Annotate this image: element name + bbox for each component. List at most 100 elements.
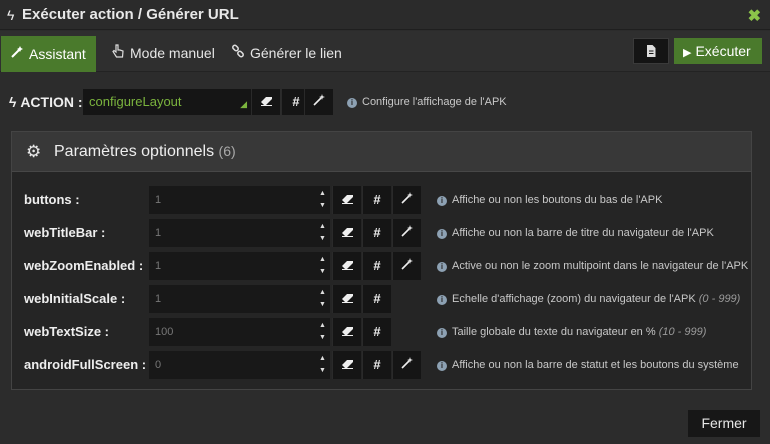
action-label-text: ACTION : (20, 94, 83, 110)
link-icon (230, 35, 246, 72)
eraser-icon (341, 192, 354, 207)
documentation-button[interactable] (633, 38, 669, 64)
hash-button[interactable]: # (362, 186, 391, 214)
eraser-button[interactable] (251, 89, 280, 115)
param-input[interactable]: 0 (149, 351, 315, 379)
spin-up-icon[interactable]: ▲ (315, 289, 330, 296)
eraser-button[interactable] (332, 285, 361, 313)
param-hint: i Active ou non le zoom multipoint dans l… (437, 260, 748, 272)
param-hint: i Echelle d'affichage (zoom) du navigateu… (437, 293, 740, 305)
spin-down-icon[interactable]: ▼ (315, 268, 330, 275)
hash-button[interactable]: # (362, 252, 391, 280)
param-row: buttons :1 ▲ ▼ # i Affiche ou non les boutons… (12, 186, 751, 214)
magic-wand-icon (9, 36, 25, 73)
spin-up-icon[interactable]: ▲ (315, 190, 330, 197)
param-row: webTitleBar :1 ▲ ▼ # i Affiche ou non la barr… (12, 219, 751, 247)
param-range: (0 - 999) (698, 293, 741, 305)
hand-pointer-icon (110, 35, 126, 72)
param-input[interactable]: 1 (149, 285, 315, 313)
spin-down-icon[interactable]: ▼ (315, 235, 330, 242)
number-spinner[interactable]: ▲ ▼ (315, 285, 330, 313)
info-icon: i (437, 262, 447, 272)
eraser-button[interactable] (332, 219, 361, 247)
wand-button[interactable] (392, 186, 421, 214)
param-hint-text: Echelle d'affichage (zoom) du navigateur… (452, 293, 696, 305)
param-input[interactable]: 1 (149, 186, 315, 214)
tab-assistant[interactable]: Assistant (1, 36, 96, 72)
wand-button[interactable] (392, 351, 421, 379)
spin-up-icon[interactable]: ▲ (315, 322, 330, 329)
param-label: webTitleBar : (24, 225, 106, 240)
spin-down-icon[interactable]: ▼ (315, 301, 330, 308)
param-input[interactable]: 1 (149, 219, 315, 247)
param-hint: i Affiche ou non les boutons du bas de l'… (437, 194, 662, 206)
tab-generer-lien[interactable]: Générer le lien (222, 35, 352, 72)
spin-up-icon[interactable]: ▲ (315, 256, 330, 263)
info-icon: i (437, 295, 447, 305)
title-bar: ϟ Exécuter action / Générer URL ✖ (0, 0, 770, 30)
action-label: ϟ ACTION : (9, 94, 83, 110)
cogs-icon: ⚙ (26, 142, 42, 161)
info-icon: i (437, 229, 447, 239)
magic-wand-icon (401, 192, 413, 207)
spin-down-icon[interactable]: ▼ (315, 334, 330, 341)
param-label: webZoomEnabled : (24, 258, 144, 273)
number-spinner[interactable]: ▲ ▼ (315, 252, 330, 280)
hash-button[interactable]: # (362, 219, 391, 247)
magic-wand-icon (401, 357, 413, 372)
close-icon[interactable]: ✖ (748, 6, 761, 26)
number-spinner[interactable]: ▲ ▼ (315, 351, 330, 379)
panel-title-text: Paramètres optionnels (54, 143, 215, 160)
param-row: webTextSize :100 ▲ ▼ # i Taille globale du te… (12, 318, 751, 346)
wand-button[interactable] (304, 89, 333, 115)
param-hint-text: Affiche ou non les boutons du bas de l'A… (452, 194, 663, 206)
wand-button[interactable] (392, 219, 421, 247)
hash-icon: # (373, 291, 381, 306)
hash-icon: # (373, 357, 381, 372)
magic-wand-icon (313, 94, 325, 109)
number-spinner[interactable]: ▲ ▼ (315, 219, 330, 247)
param-input[interactable]: 100 (149, 318, 315, 346)
caret-down-icon: ◢ (240, 99, 247, 109)
param-hint: i Taille globale du texte du navigateur e… (437, 326, 706, 338)
param-label: webInitialScale : (24, 291, 126, 306)
panel-title: Paramètres optionnels (6) (54, 143, 236, 161)
spin-down-icon[interactable]: ▼ (315, 202, 330, 209)
spin-down-icon[interactable]: ▼ (315, 367, 330, 374)
param-input[interactable]: 1 (149, 252, 315, 280)
wand-button[interactable] (392, 252, 421, 280)
hash-button[interactable]: # (362, 318, 391, 346)
info-icon: i (347, 98, 357, 108)
hash-button[interactable]: # (362, 351, 391, 379)
hash-icon: # (373, 192, 381, 207)
hash-icon: # (292, 94, 300, 109)
action-select[interactable]: configureLayout ◢ (83, 89, 251, 115)
info-icon: i (437, 361, 447, 371)
tab-label: Générer le lien (250, 45, 342, 61)
param-row: androidFullScreen :0 ▲ ▼ # i Affiche ou non l… (12, 351, 751, 379)
eraser-icon (341, 357, 354, 372)
spin-up-icon[interactable]: ▲ (315, 223, 330, 230)
param-hint-text: Taille globale du texte du navigateur en… (452, 326, 656, 338)
window-title: Exécuter action / Générer URL (22, 6, 239, 23)
eraser-icon (341, 225, 354, 240)
close-button[interactable]: Fermer (688, 410, 760, 437)
eraser-button[interactable] (332, 186, 361, 214)
param-row: webInitialScale :1 ▲ ▼ # i Echelle d'affichag… (12, 285, 751, 313)
hash-button[interactable]: # (362, 285, 391, 313)
panel-header: ⚙ Paramètres optionnels (6) (12, 132, 751, 172)
eraser-button[interactable] (332, 351, 361, 379)
spin-up-icon[interactable]: ▲ (315, 355, 330, 362)
param-hint-text: Affiche ou non la barre de statut et les… (452, 359, 739, 371)
tab-mode-manuel[interactable]: Mode manuel (102, 35, 225, 72)
param-hint-text: Active ou non le zoom multipoint dans le… (452, 260, 749, 272)
number-spinner[interactable]: ▲ ▼ (315, 318, 330, 346)
eraser-button[interactable] (332, 318, 361, 346)
param-hint-text: Affiche ou non la barre de titre du navi… (452, 227, 714, 239)
action-row: ϟ ACTION : configureLayout ◢ # i Configur… (9, 89, 769, 115)
tab-label: Mode manuel (130, 45, 215, 61)
number-spinner[interactable]: ▲ ▼ (315, 186, 330, 214)
eraser-button[interactable] (332, 252, 361, 280)
eraser-icon (341, 258, 354, 273)
execute-button[interactable]: ▶ Exécuter (674, 38, 762, 64)
